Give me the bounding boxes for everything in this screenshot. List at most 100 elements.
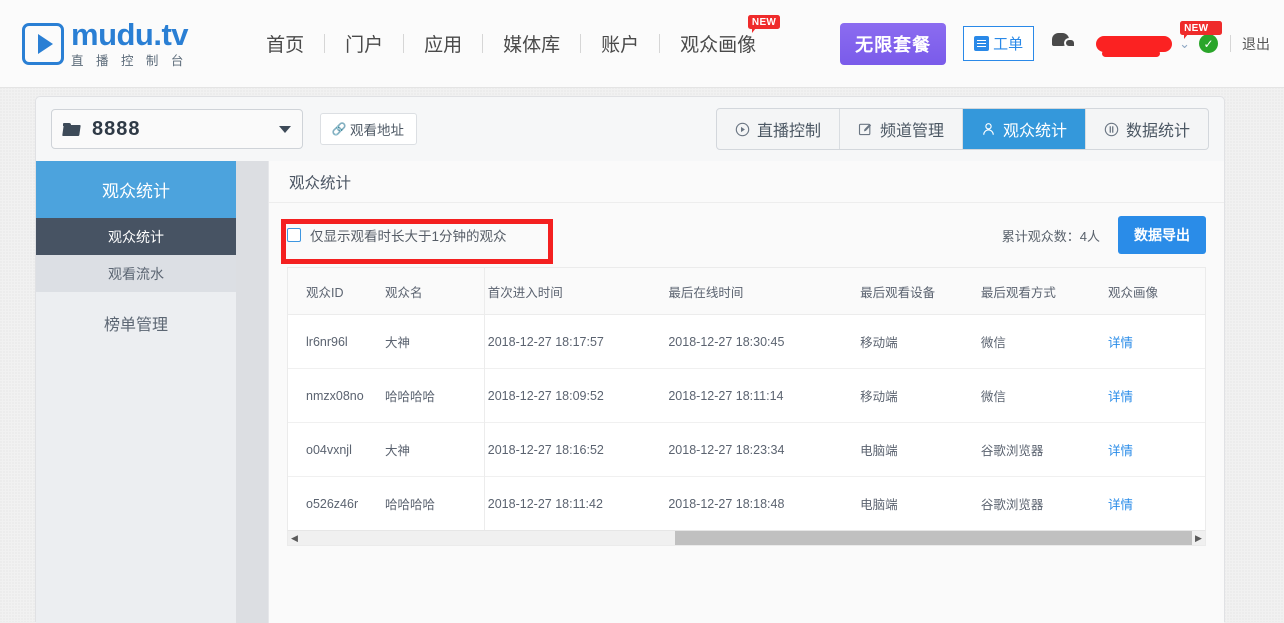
section-tabs: 直播控制 频道管理 观众统计 数据统计	[715, 108, 1209, 150]
work-order-label: 工单	[993, 36, 1024, 53]
scroll-right-arrow-icon[interactable]: ▶	[1192, 533, 1205, 544]
nav-item-account[interactable]: 账户	[581, 30, 659, 57]
cell-viewer-name: 大神	[384, 314, 480, 369]
checkbox-label: 仅显示观看时长大于1分钟的观众	[310, 229, 507, 244]
table-row[interactable]: o04vxnjl 大神 2018-12-27 18:16:52 2018-12-…	[288, 422, 1205, 477]
channel-selector[interactable]: 8888	[51, 109, 303, 149]
user-menu[interactable]: ⌄ ✓ NEW	[1096, 21, 1222, 57]
cell-portrait-link: 详情	[1107, 368, 1205, 423]
user-new-badge: NEW	[1180, 21, 1222, 39]
table-body: lr6nr96l 大神 2018-12-27 18:17:57 2018-12-…	[288, 314, 1205, 530]
logo-title: mudu.tv	[71, 17, 189, 53]
tab-viewer-statistics[interactable]: 观众统计	[962, 109, 1086, 149]
column-header-last-method: 最后观看方式	[980, 268, 1108, 315]
sidebar-item-viewer-statistics[interactable]: 观众统计	[36, 218, 236, 255]
sidebar-group-leaderboard-management[interactable]: 榜单管理	[36, 292, 236, 354]
cell-viewer-id: nmzx08no	[288, 368, 385, 423]
verified-badge-icon: ✓	[1199, 34, 1218, 53]
cell-viewer-name: 大神	[384, 422, 480, 477]
column-header-viewer-portrait: 观众画像	[1107, 268, 1205, 315]
app-header: mudu.tv 直 播 控 制 台 首页 门户 应用 媒体库 账户 观众画像 N…	[0, 0, 1284, 88]
nav-item-apps[interactable]: 应用	[404, 30, 482, 57]
cell-device: 电脑端	[860, 422, 981, 477]
cell-device: 移动端	[860, 368, 981, 423]
column-header-last-device: 最后观看设备	[860, 268, 981, 315]
main-card: 8888 🔗 观看地址 直播控制 频道管理 观众统计 数据统计 观众统计 观众统…	[35, 96, 1225, 623]
tab-live-control[interactable]: 直播控制	[717, 109, 840, 149]
document-list-icon	[974, 36, 990, 51]
detail-link[interactable]: 详情	[1108, 390, 1133, 404]
chart-pie-icon	[1104, 122, 1119, 136]
sidebar-group-viewer-statistics[interactable]: 观众统计	[36, 161, 236, 218]
scrollbar-thumb[interactable]	[675, 531, 1192, 545]
cell-portrait-link: 详情	[1107, 314, 1205, 369]
detail-link[interactable]: 详情	[1108, 444, 1133, 458]
cell-method: 微信	[980, 314, 1108, 369]
table-header-row: 观众ID 观众名 首次进入时间 最后在线时间 最后观看设备 最后观看方式 观众画…	[288, 268, 1205, 315]
logo-subtitle: 直 播 控 制 台	[71, 54, 188, 69]
table-row[interactable]: nmzx08no 哈哈哈哈 2018-12-27 18:09:52 2018-1…	[288, 368, 1205, 423]
detail-link[interactable]: 详情	[1108, 336, 1133, 350]
folder-icon	[63, 122, 80, 136]
table-column-divider	[484, 268, 485, 530]
username-redacted	[1096, 35, 1173, 57]
tab-label: 频道管理	[879, 123, 944, 140]
tab-label: 直播控制	[756, 123, 821, 140]
cell-method: 微信	[980, 368, 1108, 423]
viewer-table: 观众ID 观众名 首次进入时间 最后在线时间 最后观看设备 最后观看方式 观众画…	[287, 267, 1206, 530]
cell-device: 电脑端	[860, 476, 981, 530]
link-icon: 🔗	[331, 122, 347, 136]
filter-duration-checkbox[interactable]: 仅显示观看时长大于1分钟的观众	[287, 225, 507, 245]
cell-first-enter: 2018-12-27 18:17:57	[479, 314, 669, 369]
channel-toolbar: 8888 🔗 观看地址 直播控制 频道管理 观众统计 数据统计	[36, 97, 1224, 161]
sidebar: 观众统计 观众统计 观看流水 榜单管理	[36, 161, 236, 623]
nav-item-media-library[interactable]: 媒体库	[483, 30, 580, 57]
cell-viewer-name: 哈哈哈哈	[384, 368, 480, 423]
logo[interactable]: mudu.tv 直 播 控 制 台	[22, 17, 189, 69]
play-logo-icon	[22, 22, 64, 65]
detail-link[interactable]: 详情	[1108, 498, 1133, 512]
nav-item-label: 观众画像	[680, 35, 757, 56]
main-navigation: 首页 门户 应用 媒体库 账户 观众画像 NEW	[246, 15, 781, 57]
cell-last-online: 2018-12-27 18:18:48	[668, 476, 861, 530]
tab-data-statistics[interactable]: 数据统计	[1086, 109, 1208, 149]
cell-last-online: 2018-12-27 18:11:14	[668, 368, 861, 423]
column-header-first-enter-time: 首次进入时间	[479, 268, 669, 315]
content-panel: 观众统计 仅显示观看时长大于1分钟的观众 累计观众数：4人 数据导出 观众ID …	[268, 161, 1224, 623]
sidebar-gutter	[236, 161, 268, 623]
table-horizontal-scrollbar[interactable]: ◀ ▶	[287, 530, 1206, 546]
column-header-last-online-time: 最后在线时间	[668, 268, 861, 315]
scroll-left-arrow-icon[interactable]: ◀	[288, 533, 301, 544]
total-viewers-count: 累计观众数：4人	[1001, 228, 1100, 244]
export-data-button[interactable]: 数据导出	[1118, 216, 1206, 254]
cell-viewer-id: o526z46r	[288, 476, 385, 530]
nav-item-portal[interactable]: 门户	[325, 30, 403, 57]
table-header: 观众ID 观众名 首次进入时间 最后在线时间 最后观看设备 最后观看方式 观众画…	[288, 268, 1205, 315]
watch-address-label: 观看地址	[350, 123, 404, 138]
chevron-down-icon[interactable]	[279, 125, 291, 133]
tab-channel-management[interactable]: 频道管理	[840, 109, 963, 149]
channel-name: 8888	[92, 117, 141, 140]
cell-viewer-id: lr6nr96l	[288, 314, 385, 369]
unlimited-plan-button[interactable]: 无限套餐	[840, 22, 947, 65]
table-row[interactable]: lr6nr96l 大神 2018-12-27 18:17:57 2018-12-…	[288, 314, 1205, 369]
header-actions: 无限套餐 工单 ⌄ ✓ NEW 退出	[840, 21, 1270, 65]
cell-viewer-name: 哈哈哈哈	[384, 476, 480, 530]
watch-address-button[interactable]: 🔗 观看地址	[320, 113, 417, 145]
tab-label: 数据统计	[1125, 123, 1190, 140]
cell-device: 移动端	[860, 314, 981, 369]
checkbox-box[interactable]	[287, 228, 301, 242]
panel-title: 观众统计	[269, 161, 1224, 203]
cell-last-online: 2018-12-27 18:30:45	[668, 314, 861, 369]
scrollbar-track[interactable]	[301, 531, 1192, 545]
cell-first-enter: 2018-12-27 18:16:52	[479, 422, 669, 477]
sidebar-item-watch-flow[interactable]: 观看流水	[36, 255, 236, 292]
work-order-button[interactable]: 工单	[963, 26, 1035, 61]
cell-viewer-id: o04vxnjl	[288, 422, 385, 477]
nav-item-viewer-portrait[interactable]: 观众画像 NEW	[660, 15, 781, 57]
nav-item-home[interactable]: 首页	[246, 30, 324, 57]
logout-button[interactable]: 退出	[1242, 34, 1270, 54]
column-header-viewer-id: 观众ID	[288, 268, 385, 315]
table-row[interactable]: o526z46r 哈哈哈哈 2018-12-27 18:11:42 2018-1…	[288, 476, 1205, 530]
chat-bubbles-icon[interactable]	[1052, 32, 1077, 55]
